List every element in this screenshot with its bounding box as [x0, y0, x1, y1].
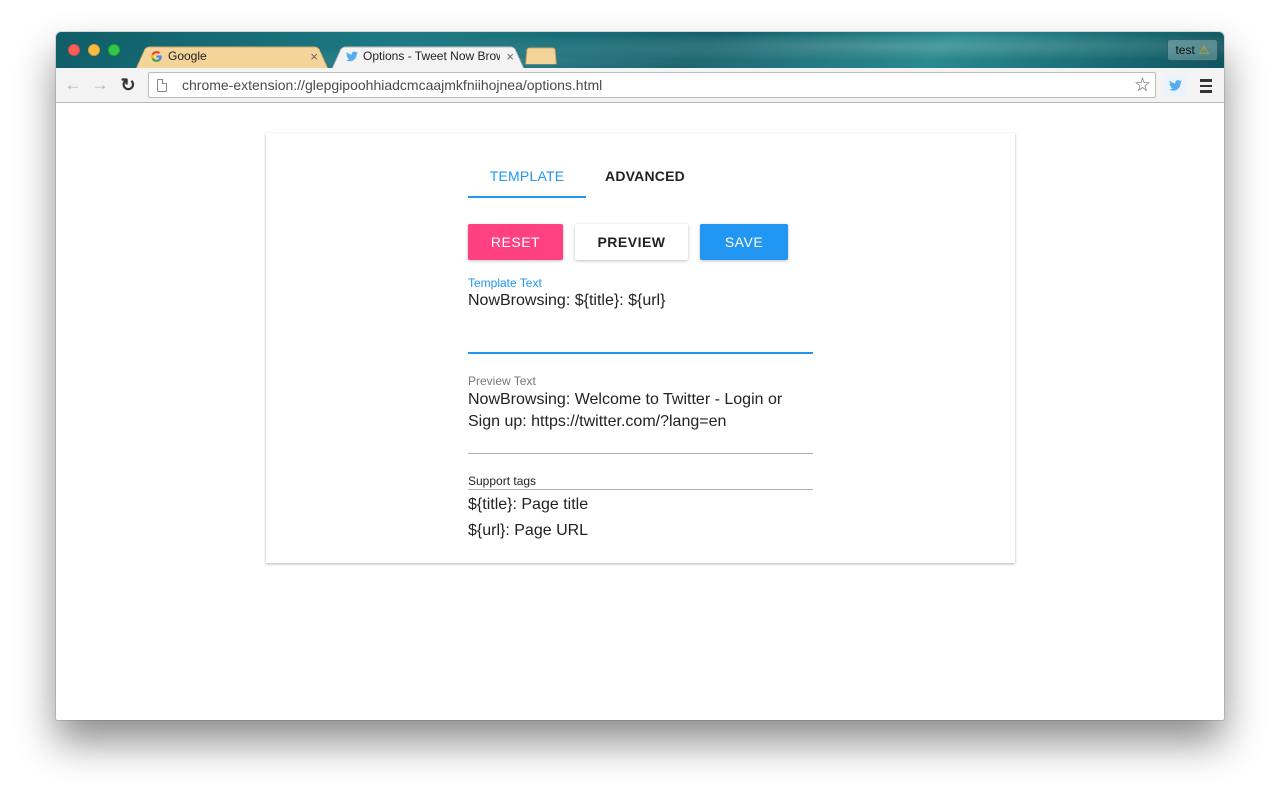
minimize-window-button[interactable] [88, 44, 100, 56]
close-tab-icon[interactable]: × [310, 49, 318, 64]
preview-text-field: Preview Text NowBrowsing: Welcome to Twi… [468, 374, 813, 454]
google-g-icon [150, 50, 163, 63]
bookmark-star-icon[interactable]: ☆ [1134, 74, 1151, 97]
support-tag-title: ${title}: Page title [468, 494, 813, 516]
browser-tab-options[interactable]: Options - Tweet Now Browsing × [332, 44, 524, 68]
support-tag-url: ${url}: Page URL [468, 520, 813, 542]
options-card: TEMPLATE ADVANCED RESET PREVIEW SAVE Tem… [266, 133, 1015, 563]
browser-toolbar: ← → ↻ chrome-extension://glepgipoohhiadc… [56, 68, 1224, 103]
window-controls [68, 44, 120, 56]
preview-text-value: NowBrowsing: Welcome to Twitter - Login … [468, 389, 813, 433]
twitter-bird-icon [1169, 80, 1182, 91]
template-text-field[interactable]: Template Text NowBrowsing: ${title}: ${u… [468, 276, 813, 354]
address-bar[interactable]: chrome-extension://glepgipoohhiadcmcaajm… [148, 72, 1156, 98]
template-text-label: Template Text [468, 276, 813, 290]
profile-button[interactable]: test ⚠ [1167, 39, 1218, 61]
browser-tab-google[interactable]: Google × [136, 44, 328, 68]
profile-name: test [1175, 43, 1194, 57]
support-tags-section: Support tags ${title}: Page title ${url}… [468, 474, 813, 542]
zoom-window-button[interactable] [108, 44, 120, 56]
action-buttons: RESET PREVIEW SAVE [468, 224, 788, 260]
page-viewport: TEMPLATE ADVANCED RESET PREVIEW SAVE Tem… [56, 104, 1224, 720]
preview-text-label: Preview Text [468, 374, 813, 388]
tab-ink-bar [468, 196, 586, 198]
back-arrow-icon[interactable]: ← [62, 74, 84, 96]
close-tab-icon[interactable]: × [506, 49, 514, 64]
page-icon [157, 79, 167, 92]
options-tabs: TEMPLATE ADVANCED [468, 153, 704, 198]
preview-button[interactable]: PREVIEW [575, 224, 688, 260]
browser-window: Google × Options - Tweet Now Browsing × … [56, 32, 1224, 720]
new-tab-button[interactable] [525, 48, 557, 65]
reset-button[interactable]: RESET [468, 224, 563, 260]
warning-icon: ⚠ [1199, 43, 1210, 57]
save-button[interactable]: SAVE [700, 224, 788, 260]
tab-advanced[interactable]: ADVANCED [586, 153, 704, 198]
tab-title: Google [168, 49, 304, 63]
template-text-input[interactable]: NowBrowsing: ${title}: ${url} [468, 290, 813, 312]
address-url[interactable]: chrome-extension://glepgipoohhiadcmcaajm… [182, 77, 1134, 93]
close-window-button[interactable] [68, 44, 80, 56]
forward-arrow-icon[interactable]: → [89, 74, 111, 96]
tab-template[interactable]: TEMPLATE [468, 153, 586, 198]
hamburger-menu-icon[interactable] [1195, 76, 1217, 96]
support-tags-label: Support tags [468, 474, 813, 490]
title-bar: Google × Options - Tweet Now Browsing × … [56, 32, 1224, 68]
tab-title: Options - Tweet Now Browsing [363, 49, 500, 63]
reload-icon[interactable]: ↻ [117, 74, 139, 96]
twitter-bird-icon [346, 51, 358, 62]
tweet-now-browsing-extension-button[interactable] [1164, 74, 1186, 96]
